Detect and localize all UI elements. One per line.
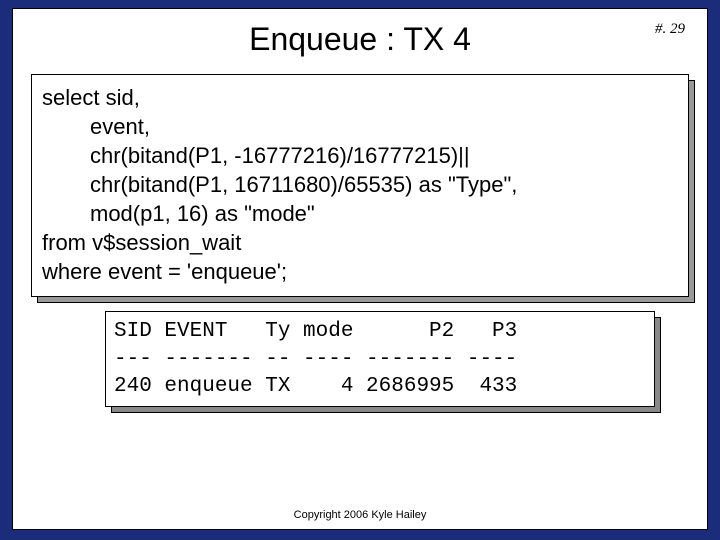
sql-line: event, — [42, 112, 678, 141]
slide: #. 29 Enqueue : TX 4 select sid, event, … — [12, 8, 708, 530]
page-number: #. 29 — [655, 21, 685, 38]
sql-line: mod(p1, 16) as "mode" — [42, 199, 678, 228]
table-header: SID EVENT Ty mode P2 P3 — [114, 320, 517, 343]
sql-line: where event = 'enqueue'; — [42, 257, 678, 286]
copyright: Copyright 2006 Kyle Hailey — [13, 509, 707, 521]
slide-title: Enqueue : TX 4 — [13, 21, 707, 58]
sql-line: select sid, — [42, 83, 678, 112]
sql-line: chr(bitand(P1, -16777216)/16777215)|| — [42, 141, 678, 170]
table-row: 240 enqueue TX 4 2686995 433 — [114, 375, 517, 398]
table-divider: --- ------- -- ---- ------- ---- — [114, 348, 517, 371]
result-panel: SID EVENT Ty mode P2 P3 --- ------- -- -… — [105, 311, 655, 407]
result-table: SID EVENT Ty mode P2 P3 --- ------- -- -… — [105, 311, 655, 407]
sql-line: from v$session_wait — [42, 228, 678, 257]
sql-line: chr(bitand(P1, 16711680)/65535) as "Type… — [42, 170, 678, 199]
sql-code: select sid, event, chr(bitand(P1, -16777… — [31, 74, 689, 297]
sql-panel: select sid, event, chr(bitand(P1, -16777… — [31, 74, 689, 297]
